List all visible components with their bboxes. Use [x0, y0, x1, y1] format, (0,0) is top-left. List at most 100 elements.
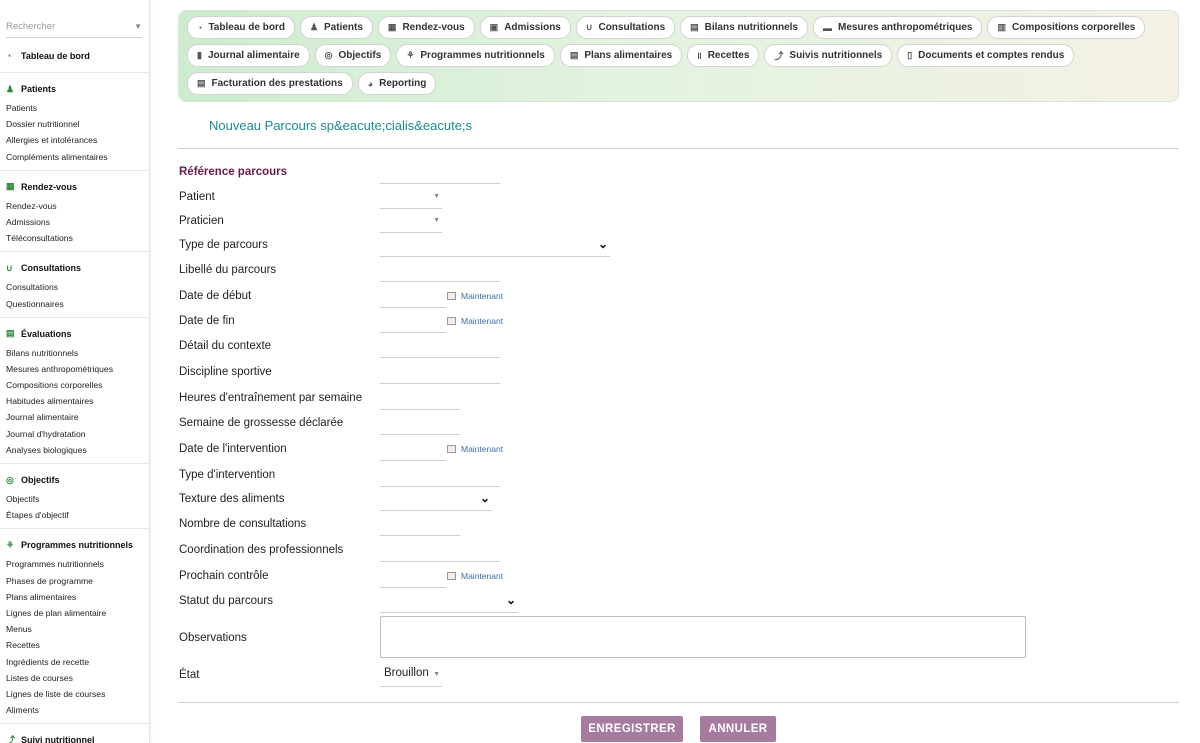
- sidebar-item[interactable]: Dossier nutritionnel: [6, 116, 143, 132]
- sidebar-section-header[interactable]: ▤ Évaluations: [6, 326, 143, 342]
- date-intervention-input[interactable]: [380, 439, 446, 461]
- menu-button[interactable]: ▮ Journal alimentaire: [187, 44, 310, 67]
- sidebar-section-title: Évaluations: [21, 328, 72, 339]
- sidebar-item[interactable]: Patients: [6, 100, 143, 116]
- type-parcours-select[interactable]: ⌄: [380, 235, 610, 257]
- sidebar-section-header[interactable]: ∪ Consultations: [6, 260, 143, 276]
- menu-button[interactable]: ▤ Plans alimentaires: [559, 44, 683, 67]
- cancel-button[interactable]: ANNULER: [700, 716, 776, 742]
- now-link[interactable]: Maintenant: [447, 316, 503, 326]
- menu-button[interactable]: ▥ Compositions corporelles: [987, 16, 1146, 39]
- sidebar-item[interactable]: Ingrédients de recette: [6, 654, 143, 670]
- sidebar-section-header[interactable]: ⚘ Programmes nutritionnels: [6, 537, 143, 553]
- discipline-input[interactable]: [380, 362, 500, 384]
- menu-button[interactable]: ▯ Documents et comptes rendus: [897, 44, 1075, 67]
- texture-select[interactable]: ⌄: [380, 489, 492, 511]
- sidebar-item[interactable]: Journal alimentaire: [6, 409, 143, 425]
- dashboard-icon: ◔: [197, 22, 203, 33]
- sidebar-item[interactable]: Programmes nutritionnels: [6, 556, 143, 572]
- menu-button[interactable]: ∪ Consultations: [575, 16, 676, 39]
- menu-button[interactable]: ◎ Objectifs: [314, 44, 392, 67]
- sidebar-item[interactable]: Analyses biologiques: [6, 442, 143, 458]
- sidebar-item[interactable]: Allergies et intolérances: [6, 132, 143, 148]
- sidebar-section-header[interactable]: ▦ Rendez-vous: [6, 179, 143, 195]
- heures-input[interactable]: [380, 388, 460, 410]
- menu-button[interactable]: ▤ Bilans nutritionnels: [680, 16, 808, 39]
- sidebar-item[interactable]: Étapes d'objectif: [6, 507, 143, 523]
- grossesse-input[interactable]: [380, 413, 460, 435]
- now-link[interactable]: Maintenant: [447, 444, 503, 454]
- sidebar-item[interactable]: Journal d'hydratation: [6, 426, 143, 442]
- menu-button[interactable]: ▦ Rendez-vous: [377, 16, 475, 39]
- user-icon: ♟: [309, 22, 319, 32]
- file-icon: ▯: [907, 50, 913, 60]
- date-debut-input[interactable]: [380, 286, 446, 308]
- save-button[interactable]: ENREGISTRER: [581, 716, 683, 742]
- sidebar-item[interactable]: Objectifs: [6, 491, 143, 507]
- coordination-input[interactable]: [380, 540, 500, 562]
- menu-button-label: Journal alimentaire: [207, 50, 300, 61]
- etat-select[interactable]: Brouillon ▼: [380, 665, 442, 687]
- sidebar-section-title: Programmes nutritionnels: [21, 540, 134, 551]
- sidebar-item[interactable]: Admissions: [6, 214, 143, 230]
- search-select[interactable]: Rechercher ▼: [6, 16, 142, 38]
- dropdown-caret-icon: ▼: [433, 217, 440, 224]
- sidebar-section: ∪ Consultations Consultations Questionnaire…: [0, 260, 149, 318]
- reference-field[interactable]: [380, 183, 500, 184]
- nb-consultations-input[interactable]: [380, 514, 460, 536]
- sidebar-item[interactable]: Compléments alimentaires: [6, 149, 143, 165]
- menu-button[interactable]: ◕ Reporting: [357, 72, 437, 95]
- menu-row: ▤ Facturation des prestations ◕ Reporting: [187, 72, 1178, 95]
- sidebar-item[interactable]: Consultations: [6, 279, 143, 295]
- sidebar-item[interactable]: Rendez-vous: [6, 198, 143, 214]
- sidebar-section-header[interactable]: ♟ Patients: [6, 81, 143, 97]
- sidebar-item[interactable]: Compositions corporelles: [6, 377, 143, 393]
- observations-textarea[interactable]: [380, 616, 1026, 658]
- sidebar-item[interactable]: Mesures anthropométriques: [6, 361, 143, 377]
- menu-button[interactable]: ♟ Patients: [299, 16, 373, 39]
- sidebar-item[interactable]: Habitudes alimentaires: [6, 393, 143, 409]
- statut-select[interactable]: ⌄: [380, 591, 518, 613]
- menu-button[interactable]: ǁ Recettes: [687, 44, 760, 67]
- sidebar-item[interactable]: Listes de courses: [6, 670, 143, 686]
- sidebar-item[interactable]: Menus: [6, 621, 143, 637]
- menu-button[interactable]: ⚘ Programmes nutritionnels: [396, 44, 555, 67]
- now-link[interactable]: Maintenant: [447, 571, 503, 581]
- menu-button[interactable]: ▣ Admissions: [479, 16, 571, 39]
- scale-icon: ▥: [997, 22, 1006, 32]
- sidebar-item[interactable]: Aliments: [6, 702, 143, 718]
- sidebar-section-title: Suivi nutritionnel: [21, 735, 95, 743]
- sidebar-section: ⤴Suivi nutritionnelSuivis nutritionnels: [0, 732, 149, 743]
- now-link[interactable]: Maintenant: [447, 291, 503, 301]
- sidebar-item[interactable]: Lignes de plan alimentaire: [6, 605, 143, 621]
- row-prochain-controle: Prochain contrôle Maintenant: [179, 566, 1079, 590]
- sidebar-item[interactable]: Plans alimentaires: [6, 589, 143, 605]
- menu-button[interactable]: ▬ Mesures anthropométriques: [813, 16, 983, 39]
- type-intervention-input[interactable]: [380, 465, 500, 487]
- sidebar-item[interactable]: Téléconsultations: [6, 230, 143, 246]
- sidebar-section-header[interactable]: ◔ Tableau de bord: [6, 48, 143, 64]
- sidebar-item[interactable]: Questionnaires: [6, 296, 143, 312]
- book-icon: ▮: [197, 50, 202, 60]
- sidebar-item[interactable]: Bilans nutritionnels: [6, 345, 143, 361]
- praticien-select[interactable]: ▼: [380, 211, 442, 233]
- sidebar-section-header[interactable]: ⤴ Suivi nutritionnel: [6, 732, 143, 743]
- target-icon: ◎: [324, 50, 333, 60]
- detail-contexte-input[interactable]: [380, 336, 500, 358]
- sidebar-item[interactable]: Lignes de liste de courses: [6, 686, 143, 702]
- prochain-controle-input[interactable]: [380, 566, 446, 588]
- nb-consultations-label: Nombre de consultations: [179, 518, 307, 530]
- sidebar-section-title: Tableau de bord: [21, 51, 90, 61]
- sidebar-item[interactable]: Recettes: [6, 637, 143, 653]
- menu-button[interactable]: ◔ Tableau de bord: [187, 16, 295, 39]
- row-type-intervention: Type d'intervention: [179, 465, 1079, 489]
- sidebar-section-header[interactable]: ◎ Objectifs: [6, 472, 143, 488]
- date-fin-input[interactable]: [380, 311, 446, 333]
- menu-button[interactable]: ⤴ Suivis nutritionnels: [764, 44, 893, 67]
- menu-button[interactable]: ▤ Facturation des prestations: [187, 72, 353, 95]
- patient-select[interactable]: ▼: [380, 187, 442, 209]
- sidebar-item[interactable]: Phases de programme: [6, 573, 143, 589]
- libelle-input[interactable]: [380, 260, 500, 282]
- stethoscope-icon: ∪: [585, 22, 593, 32]
- menu-button-label: Suivis nutritionnels: [789, 50, 883, 61]
